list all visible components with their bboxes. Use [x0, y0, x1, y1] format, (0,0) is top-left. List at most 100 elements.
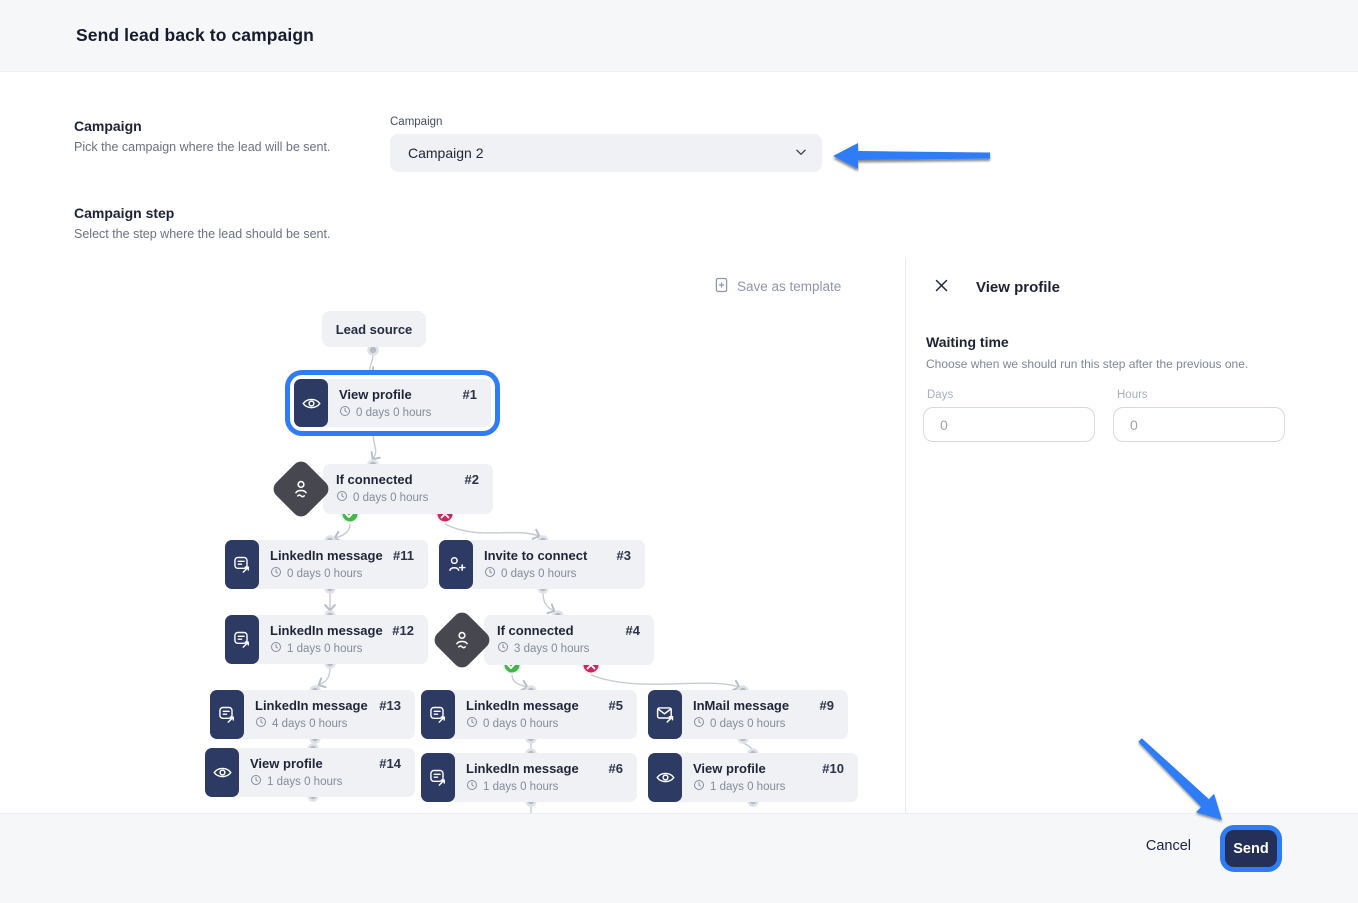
node-body: If connected#4 3 days 0 hours [484, 615, 654, 665]
node-number: #3 [617, 548, 631, 563]
node-wait-time: 3 days 0 hours [514, 643, 589, 655]
flow-node-step-9[interactable]: InMail message#9 0 days 0 hours [648, 690, 848, 739]
campaign-select[interactable]: Campaign 2 [390, 134, 822, 172]
campaign-step-heading: Campaign step [74, 205, 364, 221]
node-title: LinkedIn message [466, 761, 609, 776]
hours-input[interactable] [1113, 407, 1285, 442]
flow-node-step-4[interactable]: If connected#4 3 days 0 hours [484, 615, 654, 665]
message-icon [210, 690, 244, 739]
node-body: InMail message#9 0 days 0 hours [680, 690, 848, 739]
node-number: #10 [822, 761, 844, 776]
node-body: LinkedIn message#12 1 days 0 hours [257, 615, 428, 664]
node-title: InMail message [693, 698, 820, 713]
hours-label: Hours [1113, 389, 1285, 401]
clock-icon [497, 641, 509, 656]
send-button[interactable]: Send [1225, 830, 1277, 867]
flow-node-step-14[interactable]: View profile#14 1 days 0 hours [205, 748, 415, 797]
node-number: #12 [392, 623, 414, 638]
flow-node-step-12[interactable]: LinkedIn message#12 1 days 0 hours [225, 615, 428, 664]
person-plus-icon [439, 540, 473, 589]
node-title: View profile [250, 756, 379, 771]
node-number: #14 [379, 756, 401, 771]
node-title: Invite to connect [484, 548, 617, 563]
node-number: #1 [463, 387, 477, 402]
clock-icon [270, 641, 282, 656]
eye-icon [205, 748, 239, 797]
node-number: #9 [820, 698, 834, 713]
waiting-time-description: Choose when we should run this step afte… [926, 357, 1326, 371]
flow-node-lead-source[interactable]: Lead source [322, 311, 426, 347]
node-title: View profile [693, 761, 822, 776]
node-wait-time: 0 days 0 hours [710, 718, 785, 730]
node-body: LinkedIn message#5 0 days 0 hours [453, 690, 637, 739]
node-body: If connected#2 0 days 0 hours [323, 464, 493, 514]
flow-node-step-11[interactable]: LinkedIn message#110 days 0 hours [225, 540, 428, 589]
node-wait-time: 0 days 0 hours [287, 568, 362, 580]
node-title: LinkedIn message [255, 698, 379, 713]
campaign-description: Pick the campaign where the lead will be… [74, 140, 364, 154]
clock-icon [250, 774, 262, 789]
flow-node-step-1[interactable]: View profile#10 days 0 hours [294, 379, 491, 427]
file-plus-icon [714, 277, 729, 296]
node-wait-time: 0 days 0 hours [483, 718, 558, 730]
modal-footer: Cancel Send [0, 813, 1358, 903]
clock-icon [484, 566, 496, 581]
node-wait-time: 1 days 0 hours [267, 776, 342, 788]
node-wait-time: 1 days 0 hours [287, 643, 362, 655]
flow-node-step-3[interactable]: Invite to connect#3 0 days 0 hours [439, 540, 645, 589]
panel-title: View profile [976, 279, 1060, 296]
node-wait-time: 1 days 0 hours [483, 781, 558, 793]
clock-icon [270, 566, 282, 581]
eye-icon [648, 753, 682, 802]
node-body: View profile#10 days 0 hours [326, 379, 491, 427]
days-input[interactable] [923, 407, 1095, 442]
flow-node-step-2[interactable]: If connected#2 0 days 0 hours [323, 464, 493, 514]
flow-node-step-10[interactable]: View profile#10 1 days 0 hours [648, 753, 858, 802]
node-title: LinkedIn message [270, 623, 392, 638]
node-title: If connected [497, 623, 626, 638]
node-body: LinkedIn message#110 days 0 hours [257, 540, 428, 589]
node-body: View profile#14 1 days 0 hours [237, 748, 415, 797]
message-icon [421, 690, 455, 739]
node-title: If connected [336, 472, 465, 487]
message-icon [225, 540, 259, 589]
chevron-down-icon [794, 145, 808, 162]
blue-arrow-pointing-left-at-campaign-dropdown [820, 130, 1005, 180]
save-as-template-button[interactable]: Save as template [714, 277, 841, 296]
node-number: #4 [626, 623, 640, 638]
clock-icon [466, 779, 478, 794]
clock-icon [255, 716, 267, 731]
node-wait-time: 1 days 0 hours [710, 781, 785, 793]
cancel-button[interactable]: Cancel [1146, 829, 1191, 863]
campaign-select-value: Campaign 2 [408, 145, 794, 161]
page-title: Send lead back to campaign [76, 25, 314, 46]
flow-node-step-5[interactable]: LinkedIn message#5 0 days 0 hours [421, 690, 637, 739]
node-body: LinkedIn message#134 days 0 hours [242, 690, 415, 739]
campaign-heading: Campaign [74, 118, 364, 134]
node-body: LinkedIn message#6 1 days 0 hours [453, 753, 637, 802]
node-number: #13 [379, 698, 401, 713]
node-body: View profile#10 1 days 0 hours [680, 753, 858, 802]
clock-icon [466, 716, 478, 731]
clock-icon [339, 405, 351, 420]
days-label: Days [923, 389, 1095, 401]
node-wait-time: 0 days 0 hours [501, 568, 576, 580]
flow-node-step-6[interactable]: LinkedIn message#6 1 days 0 hours [421, 753, 637, 802]
close-icon[interactable] [934, 278, 949, 296]
step-settings-panel: View profile Waiting time Choose when we… [905, 258, 1358, 813]
flow-node-step-13[interactable]: LinkedIn message#134 days 0 hours [210, 690, 415, 739]
node-number: #2 [465, 472, 479, 487]
message-icon [225, 615, 259, 664]
modal-header: Send lead back to campaign [0, 0, 1358, 72]
node-title: LinkedIn message [466, 698, 609, 713]
node-number: #6 [609, 761, 623, 776]
node-number: #11 [393, 548, 414, 563]
node-wait-time: 0 days 0 hours [353, 492, 428, 504]
message-icon [421, 753, 455, 802]
campaign-step-description: Select the step where the lead should be… [74, 227, 364, 241]
inmail-icon [648, 690, 682, 739]
clock-icon [693, 716, 705, 731]
node-number: #5 [609, 698, 623, 713]
node-body: Invite to connect#3 0 days 0 hours [471, 540, 645, 589]
campaign-select-label: Campaign [390, 116, 822, 128]
